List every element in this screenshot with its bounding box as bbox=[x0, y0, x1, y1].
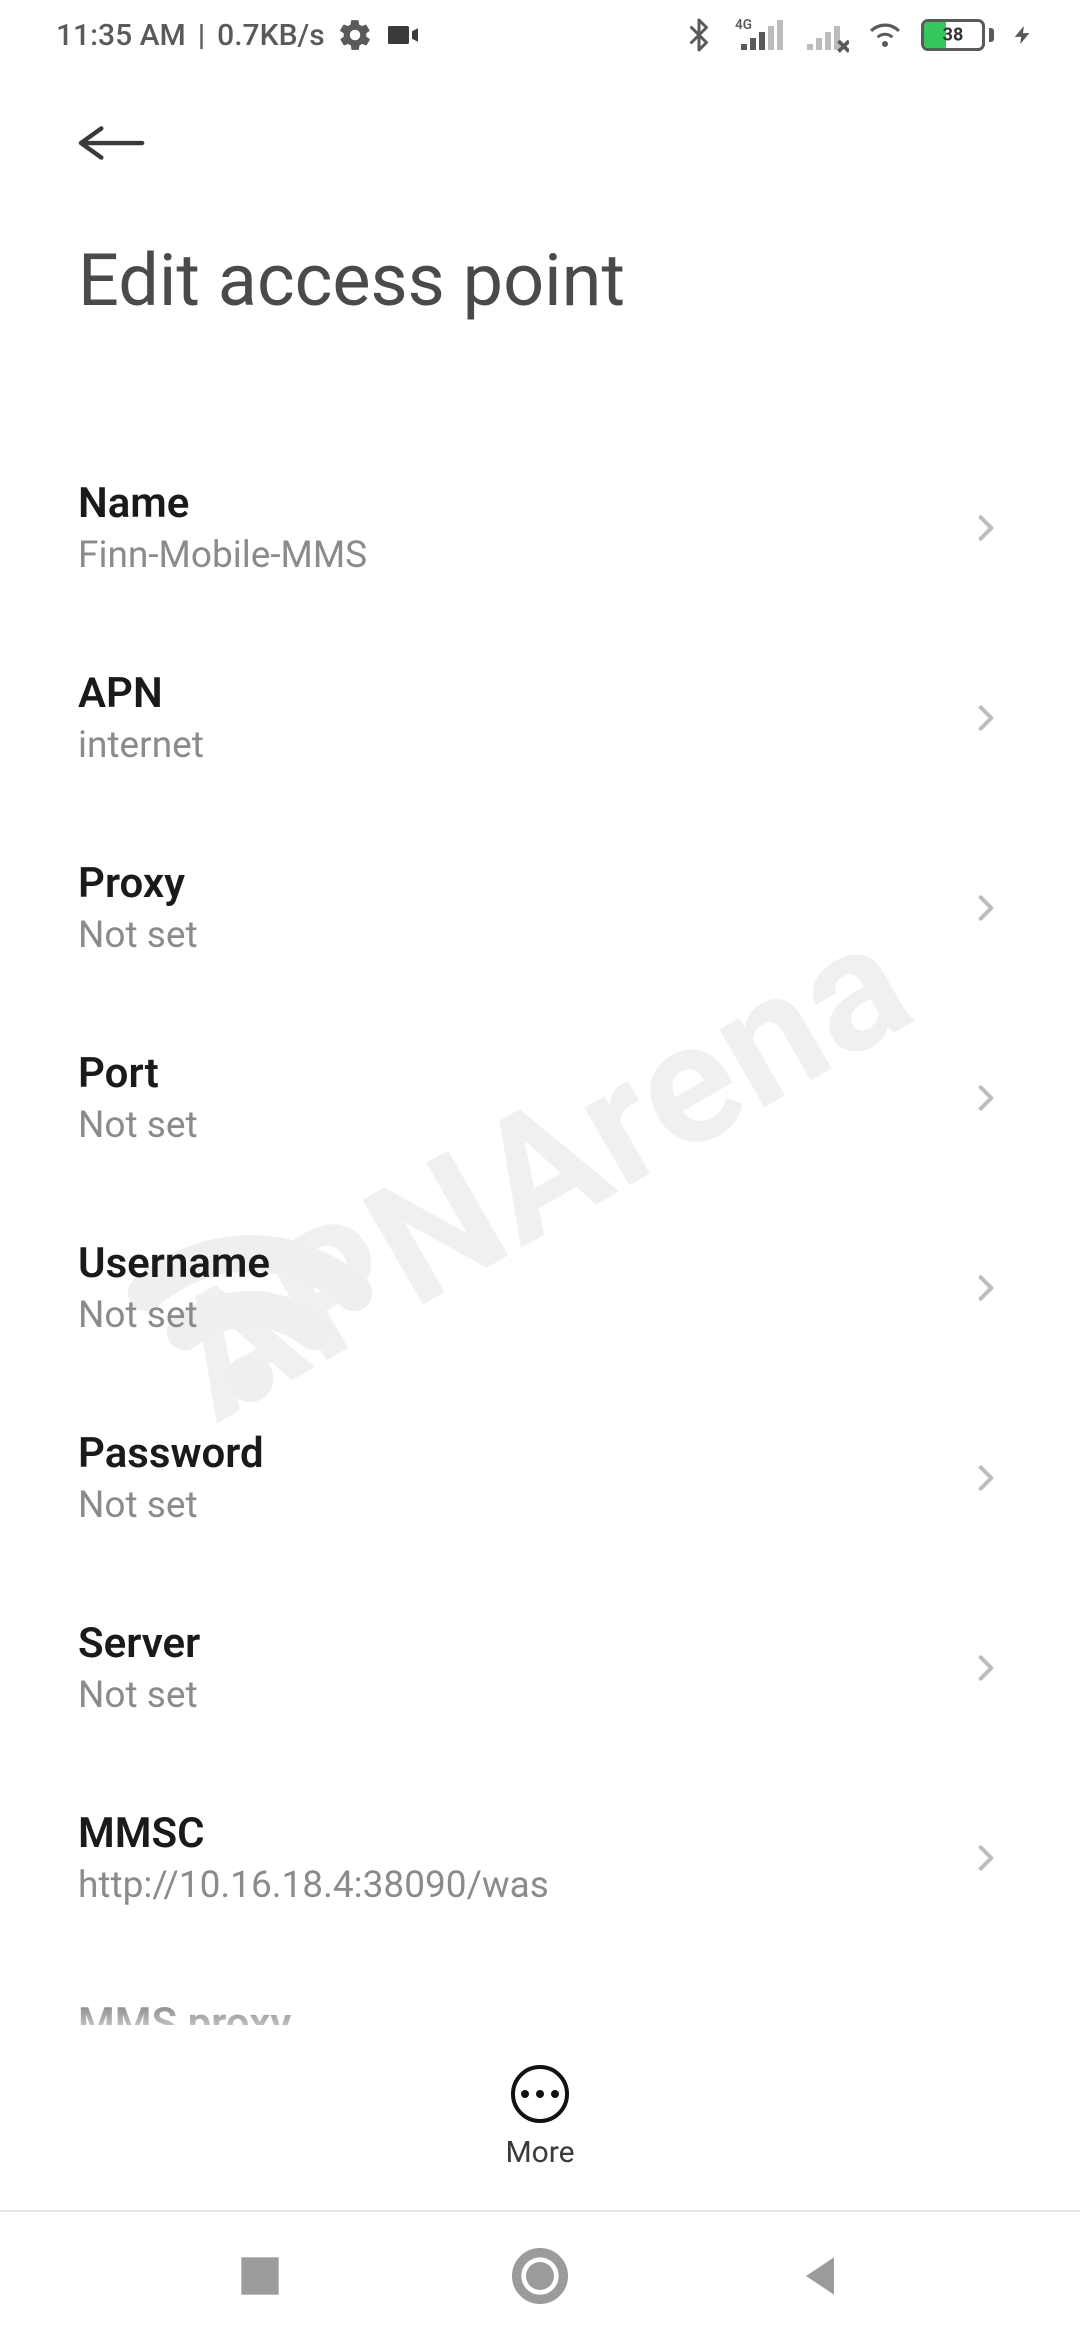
chevron-right-icon bbox=[970, 702, 1002, 734]
more-icon bbox=[511, 2065, 569, 2123]
status-bar: 11:35 AM | 0.7KB/s 4G bbox=[0, 0, 1080, 70]
page-header: Edit access point bbox=[0, 70, 1080, 433]
signal-4g-icon: 4G bbox=[735, 17, 783, 53]
chevron-right-icon bbox=[970, 1272, 1002, 1304]
chevron-right-icon bbox=[970, 1652, 1002, 1684]
chevron-right-icon bbox=[970, 512, 1002, 544]
status-sep: | bbox=[198, 18, 205, 53]
status-speed: 0.7KB/s bbox=[217, 18, 324, 53]
more-button[interactable]: More bbox=[0, 2025, 1080, 2170]
row-apn[interactable]: APN internet bbox=[78, 623, 1002, 813]
row-label: Password bbox=[78, 1429, 950, 1478]
row-password[interactable]: Password Not set bbox=[78, 1383, 1002, 1573]
row-value: Finn-Mobile-MMS bbox=[78, 534, 950, 577]
status-time: 11:35 AM bbox=[56, 18, 186, 53]
nav-home-button[interactable] bbox=[512, 2248, 568, 2304]
row-value: Not set bbox=[78, 1674, 950, 1717]
row-value: Not set bbox=[78, 1294, 950, 1337]
row-mmsc[interactable]: MMSC http://10.16.18.4:38090/was bbox=[78, 1763, 1002, 1953]
bluetooth-icon bbox=[681, 17, 717, 53]
row-label: Port bbox=[78, 1049, 950, 1098]
page-title: Edit access point bbox=[78, 238, 1002, 323]
chevron-right-icon bbox=[970, 1842, 1002, 1874]
row-value: internet bbox=[78, 724, 950, 767]
row-port[interactable]: Port Not set bbox=[78, 1003, 1002, 1193]
chevron-right-icon bbox=[970, 1082, 1002, 1114]
row-value: http://10.16.18.4:38090/was bbox=[78, 1864, 950, 1907]
row-name[interactable]: Name Finn-Mobile-MMS bbox=[78, 433, 1002, 623]
row-value: Not set bbox=[78, 1484, 950, 1527]
row-value: Not set bbox=[78, 914, 950, 957]
row-label: Name bbox=[78, 479, 950, 528]
back-button[interactable] bbox=[78, 108, 148, 178]
row-proxy[interactable]: Proxy Not set bbox=[78, 813, 1002, 1003]
chevron-right-icon bbox=[970, 1462, 1002, 1494]
gear-icon bbox=[337, 17, 373, 53]
svg-text:4G: 4G bbox=[735, 17, 752, 33]
charging-icon bbox=[1012, 17, 1034, 53]
battery-percent: 38 bbox=[924, 25, 982, 46]
camera-icon bbox=[385, 17, 421, 53]
battery-icon: 38 bbox=[921, 19, 994, 51]
system-navbar bbox=[0, 2210, 1080, 2340]
more-label: More bbox=[505, 2135, 574, 2170]
nav-recents-button[interactable] bbox=[232, 2248, 288, 2304]
chevron-right-icon bbox=[970, 892, 1002, 924]
wifi-icon bbox=[867, 17, 903, 53]
row-label: Server bbox=[78, 1619, 950, 1668]
row-label: MMSC bbox=[78, 1809, 950, 1858]
nav-back-button[interactable] bbox=[792, 2248, 848, 2304]
row-label: Username bbox=[78, 1239, 950, 1288]
row-value: Not set bbox=[78, 1104, 950, 1147]
row-server[interactable]: Server Not set bbox=[78, 1573, 1002, 1763]
row-label: APN bbox=[78, 669, 950, 718]
row-username[interactable]: Username Not set bbox=[78, 1193, 1002, 1383]
signal-nosim-icon bbox=[801, 17, 849, 53]
row-label: Proxy bbox=[78, 859, 950, 908]
